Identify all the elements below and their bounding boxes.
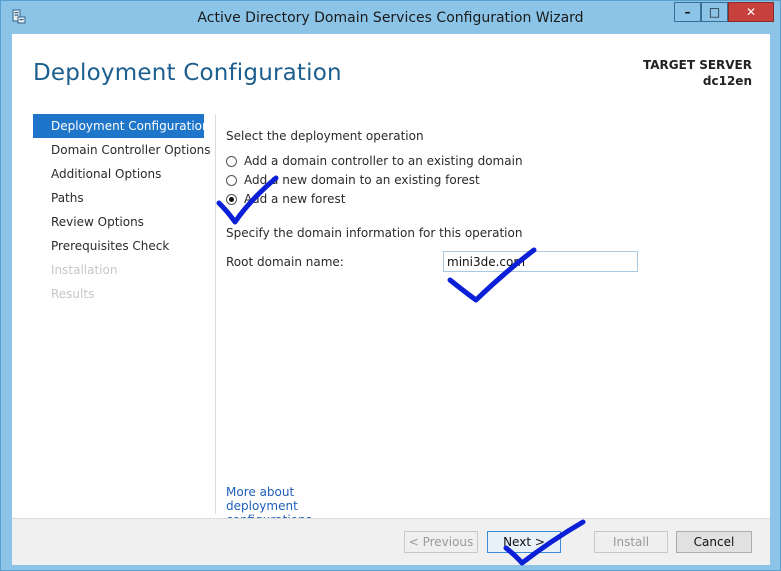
option-label: Add a domain controller to an existing d… (244, 154, 523, 168)
radio-add-dc-existing-domain[interactable] (226, 155, 237, 167)
install-button[interactable]: Install (594, 531, 668, 553)
next-button[interactable]: Next > (487, 531, 561, 553)
option-add-new-forest[interactable]: Add a new forest (226, 191, 345, 207)
wizard-footer: < Previous Next > Install Cancel (12, 518, 770, 565)
option-label: Add a new domain to an existing forest (244, 173, 480, 187)
previous-button[interactable]: < Previous (404, 531, 478, 553)
window-title: Active Directory Domain Services Configu… (197, 10, 584, 26)
root-domain-label: Root domain name: (226, 255, 344, 269)
nav-item-deployment-configuration[interactable]: Deployment Configuration (33, 114, 210, 138)
close-button[interactable]: ✕ (728, 2, 774, 22)
wizard-nav: Deployment Configuration Domain Controll… (33, 114, 211, 306)
option-label: Add a new forest (244, 192, 346, 206)
page-title: Deployment Configuration (33, 60, 342, 86)
wizard-header: Deployment Configuration TARGET SERVER d… (12, 34, 770, 108)
nav-item-results: Results (51, 287, 95, 301)
maximize-button[interactable]: □ (701, 2, 728, 22)
minimize-button[interactable]: – (674, 2, 701, 22)
nav-item-installation: Installation (51, 263, 118, 277)
option-add-dc-existing-domain[interactable]: Add a domain controller to an existing d… (226, 153, 523, 169)
domain-info-heading: Specify the domain information for this … (226, 226, 523, 240)
wizard-client-area: Deployment Configuration TARGET SERVER d… (12, 34, 770, 565)
radio-add-new-forest[interactable] (226, 193, 237, 205)
nav-item-prerequisites-check[interactable]: Prerequisites Check (33, 234, 204, 258)
cancel-button[interactable]: Cancel (676, 531, 752, 553)
target-server-label: TARGET SERVER (643, 58, 752, 72)
wizard-window: Active Directory Domain Services Configu… (0, 0, 781, 571)
option-add-domain-existing-forest[interactable]: Add a new domain to an existing forest (226, 172, 480, 188)
nav-item-paths[interactable]: Paths (33, 186, 204, 210)
root-domain-input[interactable] (443, 251, 638, 272)
nav-item-review-options[interactable]: Review Options (33, 210, 204, 234)
nav-divider (215, 114, 216, 514)
target-server-name: dc12en (702, 74, 752, 88)
operation-heading: Select the deployment operation (226, 129, 424, 143)
nav-item-domain-controller-options[interactable]: Domain Controller Options (33, 138, 211, 162)
nav-item-additional-options[interactable]: Additional Options (33, 162, 204, 186)
title-bar[interactable]: Active Directory Domain Services Configu… (1, 1, 780, 33)
radio-add-domain-existing-forest[interactable] (226, 174, 237, 186)
